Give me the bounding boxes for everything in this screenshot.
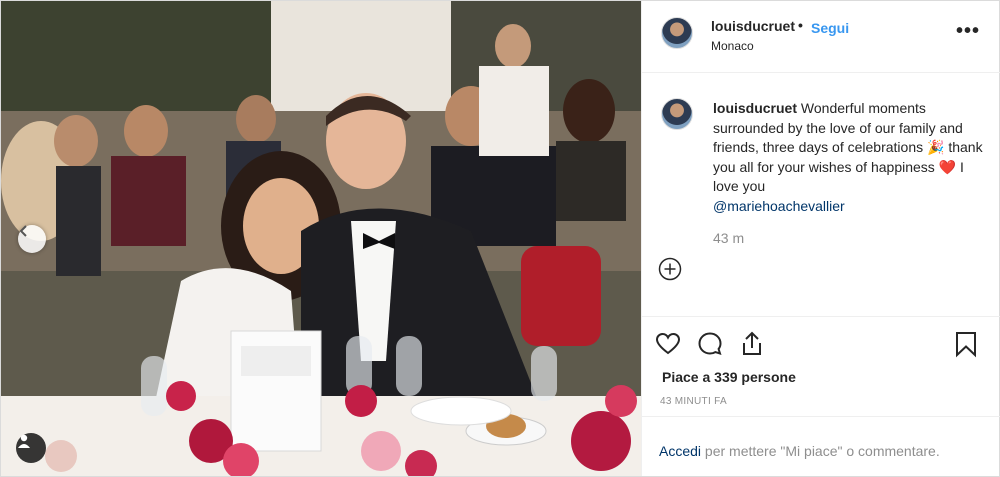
login-link[interactable]: Accedi: [659, 443, 701, 459]
separator-dot: •: [798, 17, 803, 33]
caption-username[interactable]: louisducruet: [713, 100, 797, 116]
share-icon[interactable]: [738, 330, 766, 358]
post-side-panel: louisducruet • Segui Monaco ••• louisduc…: [641, 1, 1000, 476]
caption-text: louisducruet Wonderful moments surrounde…: [713, 99, 983, 216]
likes-count[interactable]: Piace a 339 persone: [662, 369, 796, 385]
follow-button[interactable]: Segui: [811, 20, 849, 36]
more-options-button[interactable]: •••: [956, 21, 980, 41]
post-photo[interactable]: [1, 1, 641, 476]
username-link[interactable]: louisducruet: [711, 18, 795, 34]
caption-avatar[interactable]: [661, 98, 693, 130]
plus-circle-icon[interactable]: [658, 257, 682, 281]
caption-timestamp: 43 m: [713, 230, 745, 246]
avatar[interactable]: [661, 17, 693, 49]
login-prompt-text: per mettere "Mi piace" o commentare.: [704, 443, 940, 459]
post-header: louisducruet • Segui Monaco •••: [642, 1, 1000, 73]
heart-icon[interactable]: [654, 330, 682, 358]
login-prompt: Accedi per mettere "Mi piace" o commenta…: [642, 416, 1000, 476]
user-tags-button[interactable]: [16, 433, 46, 463]
posted-time[interactable]: 43 MINUTI FA: [660, 396, 727, 407]
user-tag-icon: [18, 434, 30, 448]
comment-icon[interactable]: [696, 330, 724, 358]
photo-scene: [1, 1, 641, 476]
caption-block: louisducruet Wonderful moments surrounde…: [642, 73, 1000, 316]
heart-emoji: ❤️: [938, 158, 957, 175]
login-text: Accedi per mettere "Mi piace" o commenta…: [659, 443, 940, 459]
location-link[interactable]: Monaco: [711, 39, 754, 53]
party-emoji: 🎉: [927, 139, 945, 155]
chevron-left-icon: [19, 225, 27, 237]
mention-link[interactable]: @mariehoachevallier: [713, 198, 845, 214]
previous-photo-button[interactable]: [18, 225, 46, 253]
bookmark-icon[interactable]: [952, 330, 980, 358]
